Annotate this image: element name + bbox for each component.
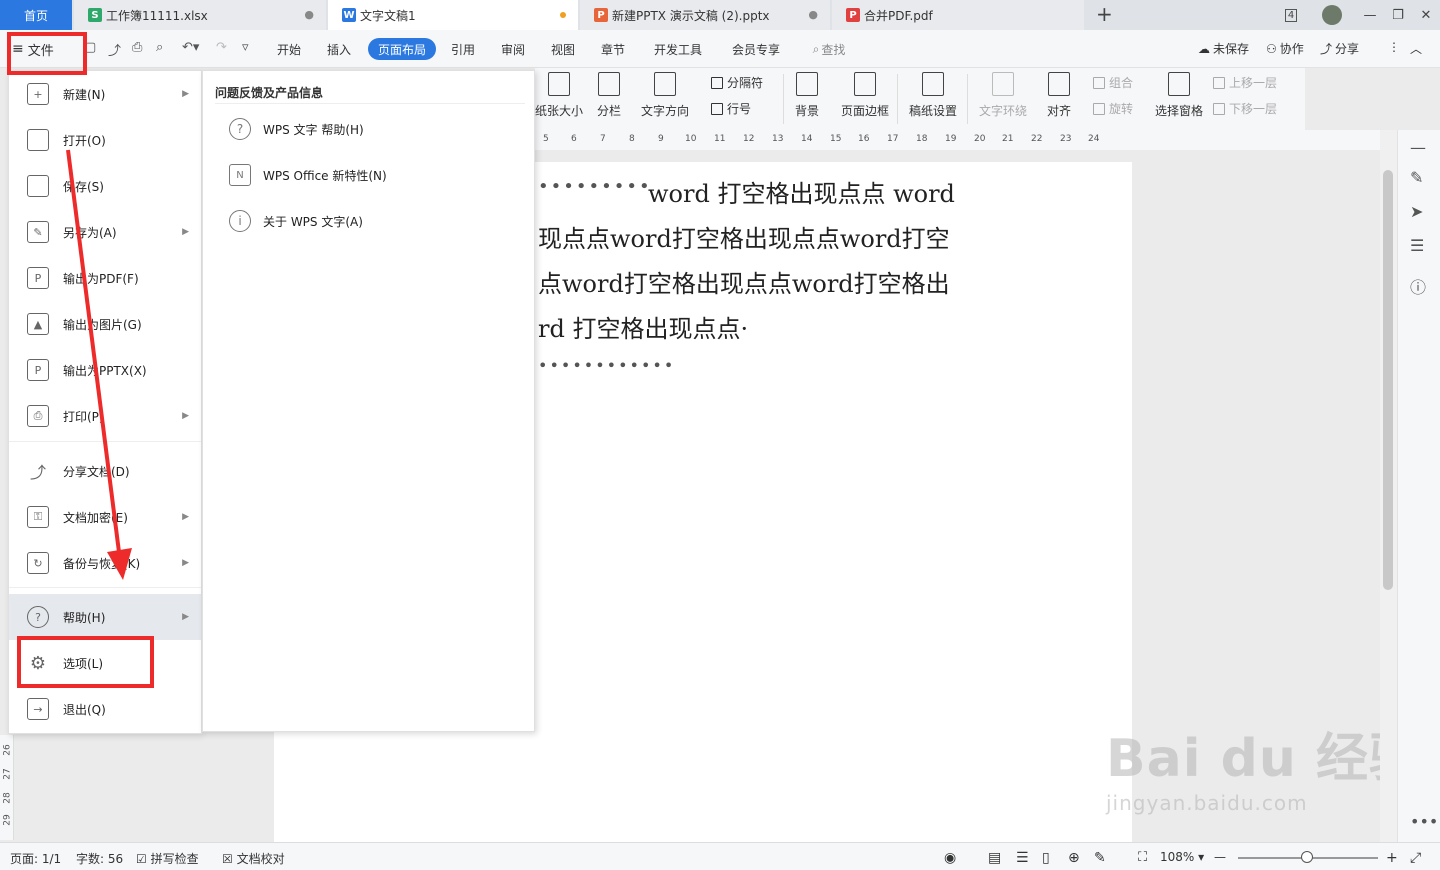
spell-check-button[interactable]: ☑ 拼写检查: [136, 850, 199, 867]
writing-mode-icon[interactable]: ✎: [1094, 850, 1106, 866]
word-count[interactable]: 字数: 56: [76, 850, 123, 867]
page-indicator[interactable]: 页面: 1/1: [10, 850, 61, 867]
checkbox-icon: ☑: [136, 852, 147, 866]
web-view-icon[interactable]: ⊕: [1068, 850, 1080, 866]
annotation-arrow-icon: [66, 149, 132, 580]
outline-view-icon[interactable]: ☰: [1016, 850, 1029, 866]
zoom-in-icon[interactable]: +: [1386, 850, 1398, 866]
chevron-down-icon: ▾: [1198, 850, 1205, 864]
proof-icon: ☒: [222, 852, 233, 866]
zoom-out-icon[interactable]: —: [1214, 850, 1226, 864]
zoom-dropdown[interactable]: 108% ▾: [1160, 850, 1204, 864]
zoom-level: 108%: [1160, 850, 1195, 864]
page-view-icon[interactable]: ▤: [988, 850, 1001, 866]
fullscreen-icon[interactable]: ⤢: [1410, 850, 1421, 866]
fit-page-icon[interactable]: ⛶: [1138, 850, 1147, 865]
zoom-slider-handle[interactable]: [1301, 851, 1313, 863]
status-bar: 页面: 1/1 字数: 56 ☑ 拼写检查 ☒ 文档校对 ◉ ▤ ☰ ▯ ⊕ ✎…: [0, 842, 1440, 870]
eye-protection-icon[interactable]: ◉: [944, 850, 956, 866]
proofread-label: 文档校对: [236, 852, 285, 866]
proofread-button[interactable]: ☒ 文档校对: [222, 850, 285, 867]
reading-view-icon[interactable]: ▯: [1042, 850, 1050, 866]
spell-check-label: 拼写检查: [150, 852, 199, 866]
